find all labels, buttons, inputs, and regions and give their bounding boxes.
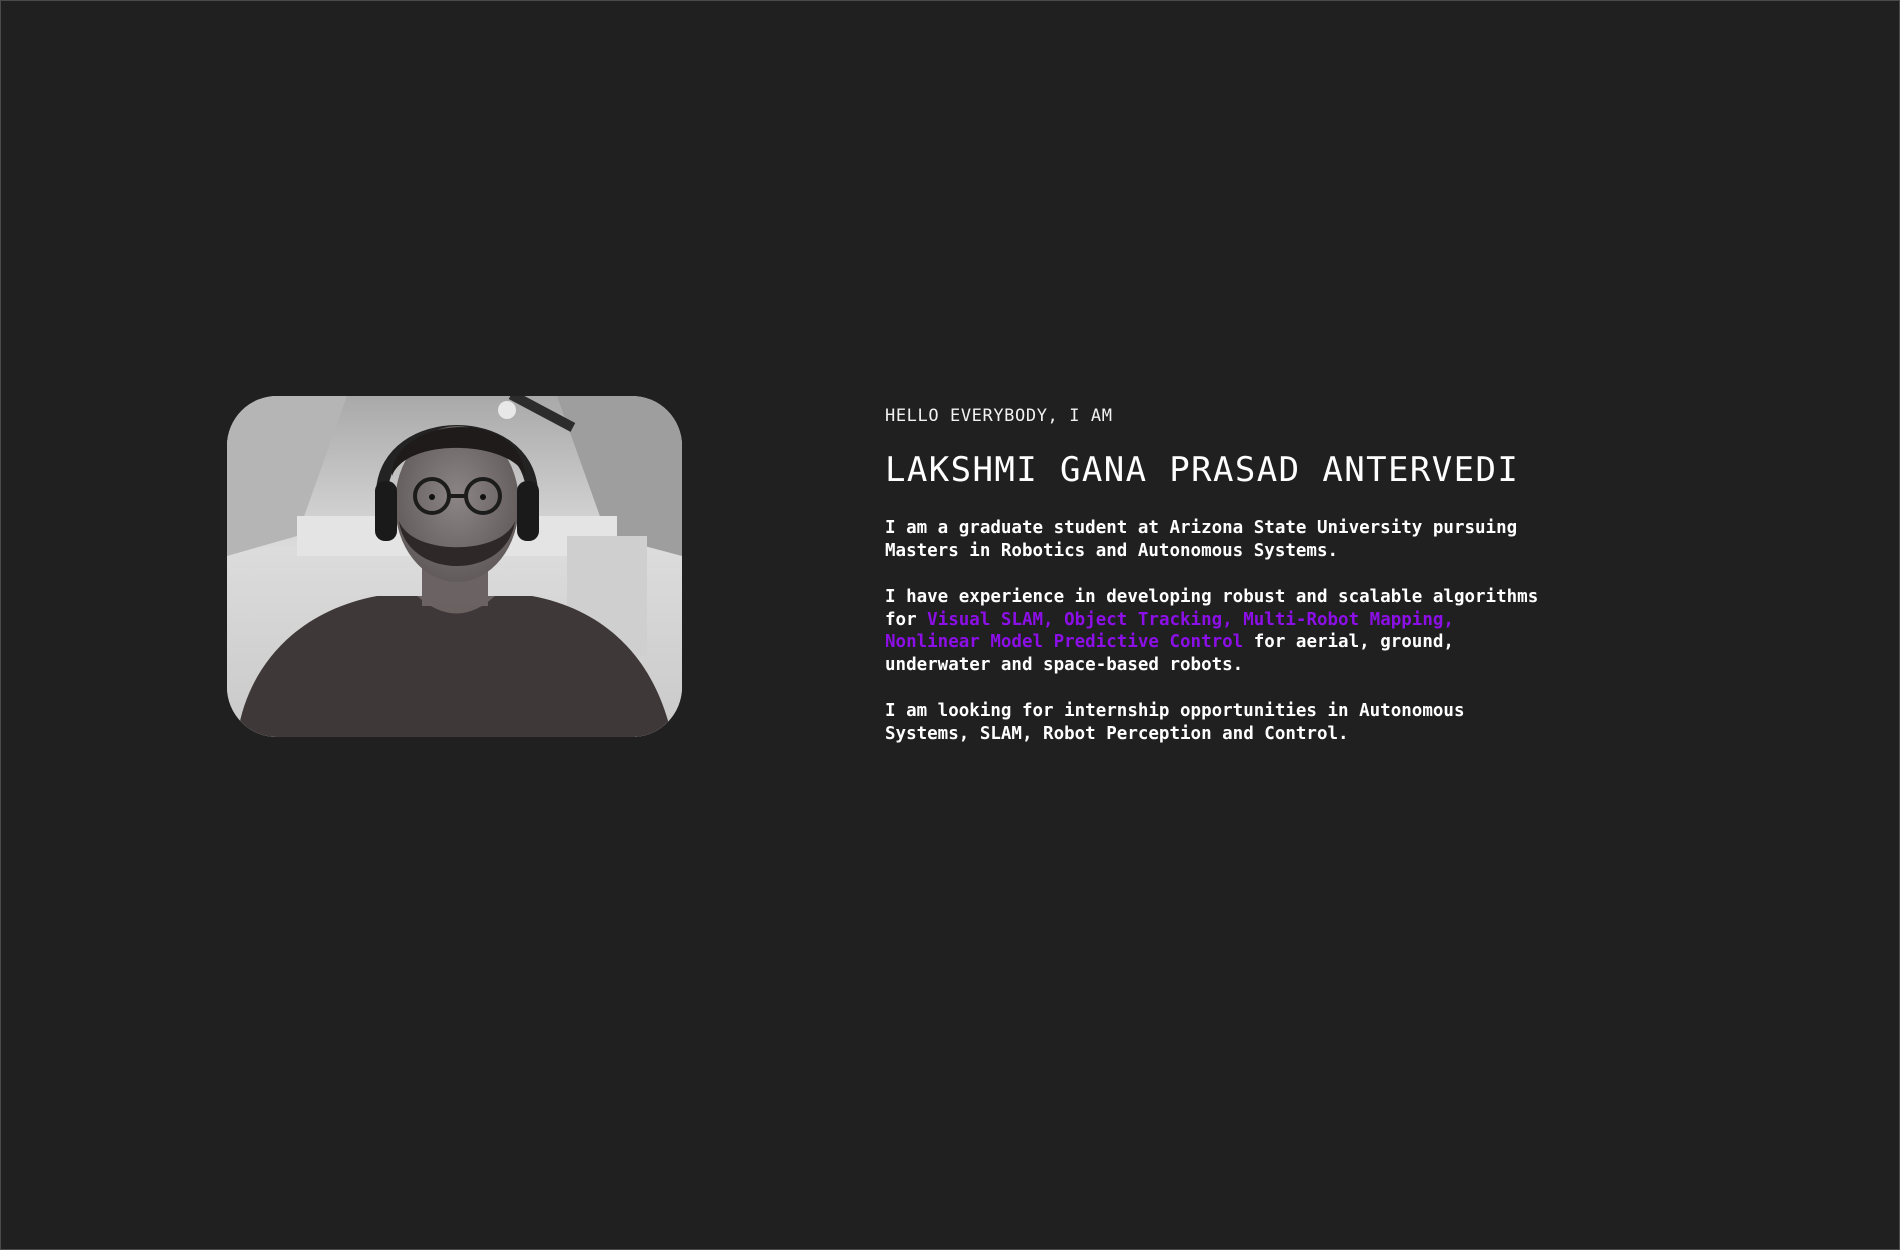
- hero-section: HELLO EVERYBODY, I AM LAKSHMI GANA PRASA…: [0, 0, 1900, 1250]
- bio-paragraph-internship: I am looking for internship opportunitie…: [885, 701, 1465, 744]
- profile-photo: [227, 396, 682, 737]
- person-name: LAKSHMI GANA PRASAD ANTERVEDI: [885, 450, 1520, 490]
- intro-text: HELLO EVERYBODY, I AM LAKSHMI GANA PRASA…: [885, 404, 1545, 745]
- bio-paragraph-education: I am a graduate student at Arizona State…: [885, 518, 1518, 561]
- greeting-text: HELLO EVERYBODY, I AM: [885, 406, 1113, 426]
- bio-paragraph-experience: I have experience in developing robust a…: [885, 586, 1545, 676]
